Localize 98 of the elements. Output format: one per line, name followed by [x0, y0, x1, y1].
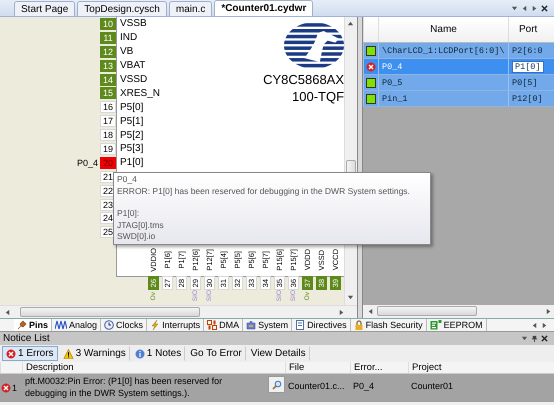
error-icon	[366, 62, 376, 72]
scroll-right-icon[interactable]	[531, 5, 538, 12]
pin-name: VSSB	[120, 18, 147, 30]
error-icon	[6, 348, 16, 358]
document-tab[interactable]: *Counter01.cydwr	[214, 0, 314, 16]
row-number: 1	[12, 382, 18, 394]
toolbar-button[interactable]: View Details	[246, 346, 310, 361]
scroll-left-icon[interactable]	[4, 309, 11, 316]
port-field[interactable]: P1[0]	[512, 60, 544, 72]
column-header[interactable]: Error...	[354, 362, 383, 373]
lock-icon	[354, 320, 364, 330]
pin-number[interactable]: 12	[100, 46, 116, 58]
description-cell: pft.M0032:Pin Error: (P1[0] has been reserved for debugging in the DWR System settings.).	[25, 376, 222, 398]
panel-title: Notice List	[3, 333, 50, 344]
document-tab[interactable]: TopDesign.cysch	[77, 1, 167, 16]
pin-number[interactable]: 16	[100, 101, 116, 114]
port-cell: P12[0]	[512, 94, 543, 104]
error-cell: P0_4	[353, 381, 374, 391]
scroll-down-icon[interactable]	[347, 294, 354, 301]
pin-name: P5[1]	[120, 116, 144, 127]
filter-button[interactable]: 3 Warnings	[58, 346, 130, 361]
document-tab[interactable]: Start Page	[14, 1, 76, 16]
column-header[interactable]: Description	[26, 362, 74, 373]
pin-name: P5[0]	[120, 102, 144, 113]
project-cell: Counter01	[411, 381, 454, 391]
scroll-up-icon[interactable]	[347, 20, 354, 27]
scroll-left-icon[interactable]	[367, 308, 374, 315]
notice-row[interactable]: 1 pft.M0032:Pin Error: (P1[0] has been reserved for debugging in the DWR System settings.). Counter01.c... P0_4 Counter01	[0, 374, 554, 402]
horizontal-scrollbar[interactable]	[0, 305, 357, 318]
pin-name: VSSD	[120, 74, 148, 85]
dropdown-arrow-icon[interactable]	[511, 5, 518, 12]
view-tab[interactable]: Analog	[52, 319, 102, 331]
tooltip-message: ERROR: P1[0] has been reserved for debugging in the DWR System settings.	[117, 186, 411, 197]
toolbar-button[interactable]: Go To Error	[186, 346, 246, 361]
pin-number[interactable]: 15	[100, 87, 116, 100]
pin-number[interactable]: 14	[100, 74, 116, 86]
scroll-left-icon[interactable]	[531, 322, 538, 328]
pin-alias: P0_4	[382, 62, 402, 72]
column-header[interactable]: Name	[430, 24, 457, 35]
pin-number[interactable]: 13	[100, 60, 116, 72]
view-tab[interactable]: Clocks	[101, 319, 148, 331]
tooltip-detail: P1[0]:	[117, 208, 140, 220]
pin-name: P5[3]	[120, 143, 144, 154]
close-icon[interactable]	[541, 335, 548, 342]
tooltip-detail: JTAG[0].tms	[117, 220, 165, 231]
error-icon	[1, 383, 11, 393]
port-cell: P0[5]	[512, 78, 538, 88]
search-icon	[272, 380, 282, 390]
view-tab[interactable]: DMA	[204, 319, 244, 331]
info-icon	[134, 348, 145, 358]
filter-button[interactable]: 1 Errors	[2, 346, 58, 361]
scroll-thumb[interactable]	[377, 306, 477, 316]
pin-name: VBAT	[120, 60, 146, 72]
tooltip-title: P0_4	[117, 174, 138, 186]
file-cell: Counter01.c...	[288, 381, 345, 391]
pin-icon[interactable]	[531, 335, 538, 342]
pin-number[interactable]: 10	[100, 18, 116, 30]
pin-number[interactable]: 11	[100, 32, 116, 44]
column-header[interactable]: Project	[412, 362, 442, 373]
dropdown-arrow-icon[interactable]	[521, 335, 528, 342]
scroll-right-icon[interactable]	[338, 309, 345, 316]
view-tab[interactable]: Pins	[14, 319, 52, 331]
pin-name: VB	[120, 46, 134, 58]
pin-icon	[17, 320, 27, 330]
scroll-thumb[interactable]	[20, 307, 200, 317]
wave-icon	[55, 320, 68, 330]
pin-name: P5[2]	[120, 130, 144, 141]
filter-button[interactable]: 1 Notes	[130, 346, 186, 361]
warning-icon	[62, 348, 74, 358]
document-tab[interactable]: main.c	[168, 1, 212, 16]
part-number: CY8C5868AX	[263, 71, 344, 88]
column-header[interactable]: Port	[519, 24, 538, 35]
pin-alias: \CharLCD_1:LCDPort[6:0]\	[382, 46, 504, 56]
pin-name: IND	[120, 32, 138, 44]
pin-name: P1[0]	[120, 157, 144, 168]
pin-alias: Pin_1	[382, 94, 408, 104]
horizontal-scrollbar[interactable]	[363, 305, 554, 318]
scroll-left-icon[interactable]	[521, 5, 528, 12]
assigned-pin-label: P0_4	[76, 158, 98, 168]
package-label: 100-TQF	[292, 88, 344, 105]
pin-row[interactable]: P0_5 P0[5]	[363, 75, 554, 91]
tooltip-detail: SWD[0].io	[117, 231, 156, 242]
column-header[interactable]: File	[289, 362, 304, 373]
puzzle-icon	[246, 320, 256, 330]
view-tab[interactable]: Flash Security	[350, 319, 427, 331]
close-icon[interactable]	[541, 5, 548, 12]
pin-alias: P0_5	[382, 78, 402, 88]
pin-number[interactable]: 17	[100, 115, 116, 128]
pin-row[interactable]: \CharLCD_1:LCDPort[6:0]\ P2[6:0	[363, 43, 554, 59]
pin-number[interactable]: 18	[100, 129, 116, 142]
pin-name: XRES_N	[120, 88, 160, 99]
port-cell: P2[6:0	[512, 46, 543, 56]
pin-number[interactable]: 19	[100, 142, 116, 155]
find-button[interactable]	[268, 376, 285, 393]
pin-row[interactable]: P0_4 P1[0]	[363, 59, 554, 75]
view-tab[interactable]: EEPROM	[426, 319, 487, 331]
dma-icon	[207, 320, 218, 330]
pin-row[interactable]: Pin_1 P12[0]	[363, 91, 554, 107]
